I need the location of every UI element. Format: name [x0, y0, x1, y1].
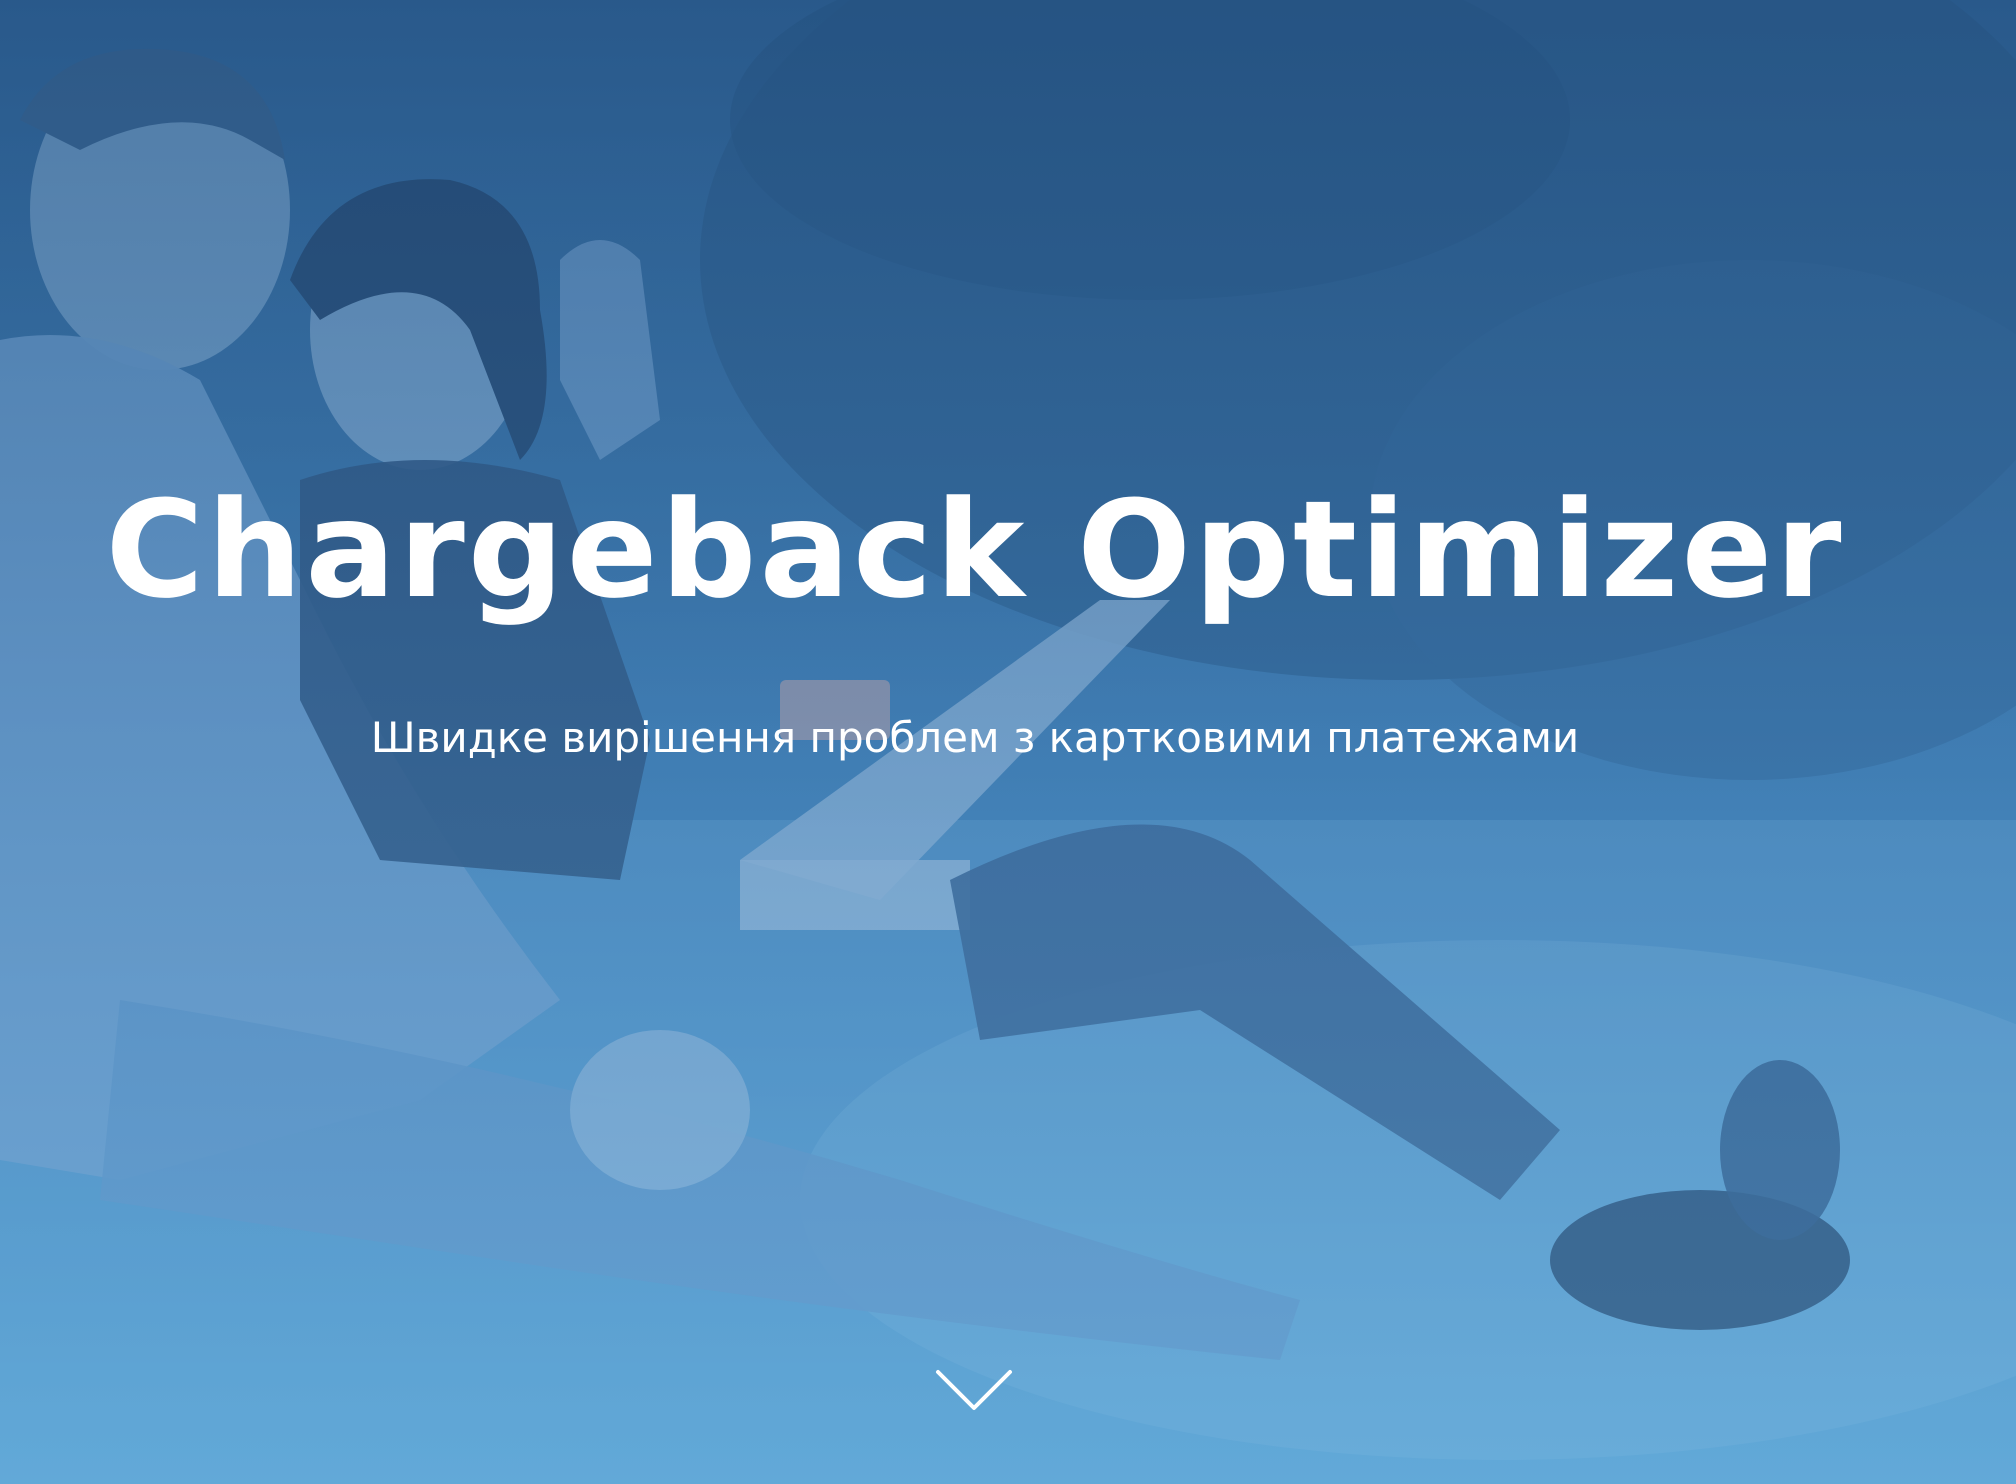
hero-title: Chargeback Optimizer — [105, 472, 1845, 628]
hero-subtitle: Швидке вирішення проблем з картковими пл… — [370, 713, 1580, 762]
hero-section: Chargeback Optimizer Швидке вирішення пр… — [0, 0, 2016, 1484]
hero-content: Chargeback Optimizer Швидке вирішення пр… — [0, 0, 2016, 1484]
chevron-down-icon — [936, 1370, 1012, 1410]
scroll-down-button[interactable] — [934, 1366, 1014, 1416]
